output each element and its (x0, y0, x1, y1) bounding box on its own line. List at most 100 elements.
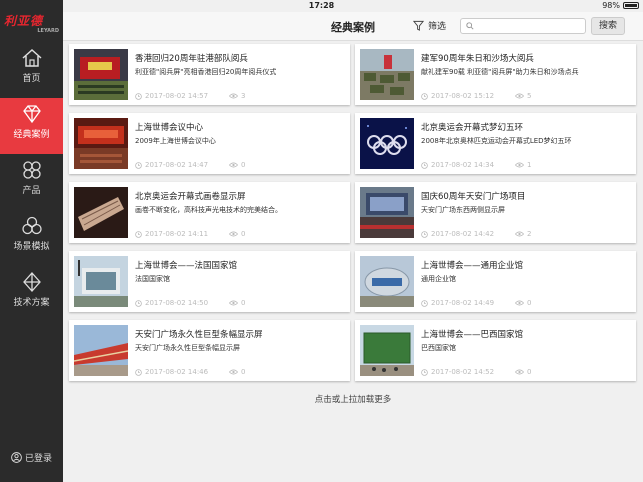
case-date-text: 2017-08-02 14:46 (145, 368, 209, 376)
case-date: 2017-08-02 14:34 (421, 161, 494, 169)
home-icon (22, 48, 41, 67)
case-thumbnail (74, 49, 128, 100)
eye-icon (229, 162, 238, 168)
clock-icon (135, 299, 142, 307)
grid-flower-icon (22, 161, 41, 179)
case-title: 上海世博会——通用企业馆 (421, 261, 524, 271)
case-date: 2017-08-02 14:49 (421, 299, 494, 307)
case-thumbnail (360, 49, 414, 100)
case-card[interactable]: 国庆60周年天安门广场项目 天安门广场东西两侧显示屏 2017-08-02 14… (355, 182, 636, 243)
case-card[interactable]: 建军90周年朱日和沙场大阅兵 献礼建军90载 利亚德"阅兵屏"助力朱日和沙场点兵… (355, 44, 636, 105)
case-views-count: 0 (527, 368, 532, 376)
user-icon (11, 452, 22, 463)
case-card[interactable]: 北京奥运会开幕式梦幻五环 2008年北京奥林匹克运动会开幕式LED梦幻五环 20… (355, 113, 636, 174)
top-bar: 经典案例 筛选 搜索 (63, 12, 643, 41)
login-status[interactable]: 已登录 (0, 451, 63, 464)
case-thumbnail (360, 187, 414, 238)
case-thumbnail (360, 256, 414, 307)
case-views: 1 (515, 161, 531, 169)
case-date-text: 2017-08-02 14:49 (431, 299, 495, 307)
case-thumbnail (360, 118, 414, 169)
case-description: 2008年北京奥林匹克运动会开幕式LED梦幻五环 (421, 137, 572, 145)
case-title: 建军90周年朱日和沙场大阅兵 (421, 54, 534, 64)
eye-icon (515, 162, 524, 168)
case-card[interactable]: 上海世博会——法国国家馆 法国国家馆 2017-08-02 14:50 0 (69, 251, 350, 312)
battery-percent: 98% (602, 1, 620, 10)
eye-icon (229, 369, 238, 375)
case-thumbnail (360, 325, 414, 376)
case-views: 0 (229, 230, 245, 238)
case-description: 画卷不断变化，高科技声光电技术的完美结合。 (135, 206, 282, 214)
case-date-text: 2017-08-02 14:42 (431, 230, 495, 238)
case-date-text: 2017-08-02 14:52 (431, 368, 495, 376)
search-button[interactable]: 搜索 (591, 17, 625, 35)
eye-icon (515, 231, 524, 237)
case-description: 天安门广场东西两侧显示屏 (421, 206, 505, 214)
sidebar-item-classic-cases[interactable]: 经典案例 (0, 98, 63, 154)
case-card[interactable]: 上海世博会——巴西国家馆 巴西国家馆 2017-08-02 14:52 0 (355, 320, 636, 381)
case-title: 北京奥运会开幕式画卷显示屏 (135, 192, 246, 202)
case-views-count: 0 (241, 368, 246, 376)
sidebar-item-products[interactable]: 产品 (0, 154, 63, 210)
case-title: 北京奥运会开幕式梦幻五环 (421, 123, 524, 133)
case-date-text: 2017-08-02 15:12 (431, 92, 495, 100)
case-views: 3 (229, 92, 245, 100)
search-icon (466, 22, 474, 30)
search-input[interactable] (477, 21, 577, 31)
case-views-count: 0 (241, 161, 246, 169)
brand-name-en: LEYARD (37, 28, 59, 34)
sidebar-item-home[interactable]: 首页 (0, 42, 63, 98)
case-thumbnail (74, 118, 128, 169)
load-more-button[interactable]: 点击或上拉加载更多 (63, 393, 643, 405)
clock-icon (135, 368, 142, 376)
sidebar-item-scene-simulation[interactable]: 场景模拟 (0, 210, 63, 266)
case-card[interactable]: 香港回归20周年驻港部队阅兵 利亚德"阅兵屏"亮相香港回归20周年阅兵仪式 20… (69, 44, 350, 105)
case-views: 0 (229, 161, 245, 169)
case-thumbnail (74, 187, 128, 238)
clock-icon (421, 161, 428, 169)
eye-icon (229, 300, 238, 306)
clock-icon (421, 299, 428, 307)
case-thumbnail (74, 325, 128, 376)
case-date: 2017-08-02 14:50 (135, 299, 208, 307)
case-card[interactable]: 上海世博会议中心 2009年上海世博会议中心 2017-08-02 14:47 … (69, 113, 350, 174)
case-card[interactable]: 天安门广场永久性巨型条幅显示屏 天安门广场永久性巨型条幅显示屏 2017-08-… (69, 320, 350, 381)
sidebar-item-label: 产品 (22, 186, 41, 196)
case-title: 上海世博会议中心 (135, 123, 204, 133)
case-date-text: 2017-08-02 14:11 (145, 230, 209, 238)
case-thumbnail (74, 256, 128, 307)
diamond-icon (22, 105, 41, 124)
sidebar-item-label: 技术方案 (13, 298, 50, 308)
circles-icon (21, 216, 42, 235)
status-bar: iPad 17:28 98% (0, 0, 643, 12)
case-date: 2017-08-02 14:42 (421, 230, 494, 238)
case-views: 0 (515, 299, 531, 307)
clock-icon (135, 230, 142, 238)
case-views: 5 (515, 92, 531, 100)
filter-button[interactable]: 筛选 (413, 19, 446, 32)
case-description: 天安门广场永久性巨型条幅显示屏 (135, 344, 240, 352)
case-description: 2009年上海世博会议中心 (135, 137, 216, 145)
sidebar-item-label: 首页 (22, 74, 41, 84)
battery-indicator: 98% (602, 1, 639, 10)
filter-label: 筛选 (428, 22, 447, 32)
clock-icon (421, 230, 428, 238)
case-date: 2017-08-02 15:12 (421, 92, 494, 100)
eye-icon (515, 300, 524, 306)
case-views-count: 3 (241, 92, 246, 100)
sidebar-item-tech-solutions[interactable]: 技术方案 (0, 266, 63, 322)
case-description: 巴西国家馆 (421, 344, 456, 352)
case-description: 通用企业馆 (421, 275, 456, 283)
case-views-count: 5 (527, 92, 532, 100)
case-title: 天安门广场永久性巨型条幅显示屏 (135, 330, 263, 340)
filter-icon (413, 20, 424, 31)
case-card[interactable]: 北京奥运会开幕式画卷显示屏 画卷不断变化，高科技声光电技术的完美结合。 2017… (69, 182, 350, 243)
case-views: 0 (515, 368, 531, 376)
case-card[interactable]: 上海世博会——通用企业馆 通用企业馆 2017-08-02 14:49 0 (355, 251, 636, 312)
login-label: 已登录 (24, 454, 52, 464)
battery-icon (623, 2, 639, 9)
case-views: 0 (229, 368, 245, 376)
eye-icon (515, 369, 524, 375)
case-date: 2017-08-02 14:57 (135, 92, 208, 100)
search-box[interactable] (460, 18, 586, 34)
